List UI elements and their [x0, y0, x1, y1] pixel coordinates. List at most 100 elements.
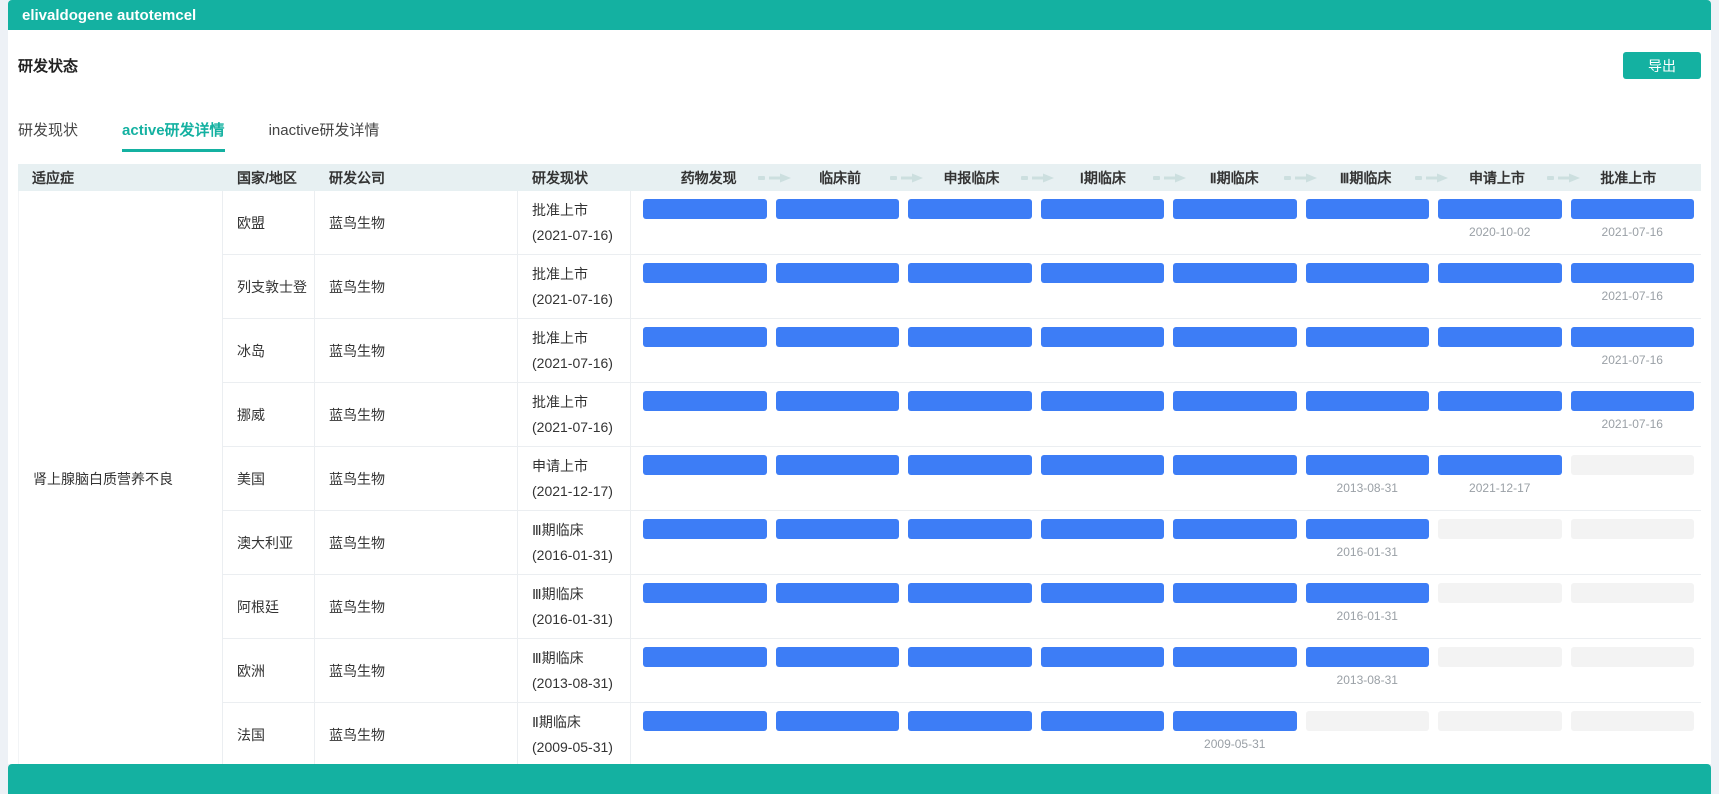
tab-1[interactable]: active研发详情	[122, 119, 225, 152]
phase-date	[1306, 417, 1430, 433]
country-cell: 列支敦士登	[223, 255, 315, 319]
phase-segment-done	[776, 711, 900, 731]
status-cell: Ⅲ期临床(2016-01-31)	[518, 511, 631, 575]
column-header-status: 研发现状	[518, 164, 631, 191]
phase-dates-row: 2020-10-022021-07-16	[643, 225, 1694, 241]
status-date: (2016-01-31)	[532, 543, 630, 568]
phase-date	[643, 417, 767, 433]
status-date: (2009-05-31)	[532, 735, 630, 760]
phase-date: 2020-10-02	[1438, 225, 1562, 241]
phase-segment-done	[776, 327, 900, 347]
phase-date	[908, 737, 1032, 753]
phase-progress-bar	[643, 391, 1694, 411]
phase-date	[776, 417, 900, 433]
phase-segment-done	[1173, 327, 1297, 347]
tab-0[interactable]: 研发现状	[18, 119, 78, 152]
country-cell: 澳大利亚	[223, 511, 315, 575]
phase-segment-done	[1438, 455, 1562, 475]
tabs: 研发现状 active研发详情 inactive研发详情	[18, 119, 1701, 152]
phase-segment-done	[1306, 455, 1430, 475]
phase-segment-done	[1173, 647, 1297, 667]
phase-date	[643, 673, 767, 689]
phase-progress-bar	[643, 199, 1694, 219]
phase-date	[1306, 353, 1430, 369]
phase-segment-done	[776, 647, 900, 667]
phase-segment-done	[776, 519, 900, 539]
phase-segment-done	[643, 263, 767, 283]
company-cell: 蓝鸟生物	[315, 383, 518, 447]
phase-date: 2009-05-31	[1173, 737, 1297, 753]
phase-progress-cell: 2009-05-31	[631, 703, 1701, 767]
company-cell: 蓝鸟生物	[315, 703, 518, 767]
phase-segment-done	[643, 519, 767, 539]
phase-date	[1306, 225, 1430, 241]
next-section-bar	[8, 764, 1711, 794]
phase-date	[1571, 545, 1695, 561]
phase-date	[1173, 609, 1297, 625]
tab-2[interactable]: inactive研发详情	[269, 119, 380, 152]
phase-segment-todo	[1571, 647, 1695, 667]
status-cell: 批准上市(2021-07-16)	[518, 319, 631, 383]
phase-date	[1041, 737, 1165, 753]
page-title: 研发状态	[18, 55, 78, 76]
drug-title: elivaldogene autotemcel	[22, 7, 196, 24]
phase-segment-done	[1571, 199, 1695, 219]
country-cell: 欧洲	[223, 639, 315, 703]
phase-segment-todo	[1571, 455, 1695, 475]
phase-segment-done	[1306, 583, 1430, 603]
phase-segment-done	[908, 455, 1032, 475]
column-header-company: 研发公司	[315, 164, 518, 191]
phase-date	[1041, 353, 1165, 369]
phase-date	[908, 481, 1032, 497]
phase-segment-done	[908, 263, 1032, 283]
phase-progress-cell: 2021-07-16	[631, 319, 1701, 383]
phase-segment-done	[1173, 263, 1297, 283]
company-cell: 蓝鸟生物	[315, 319, 518, 383]
phase-date	[1041, 481, 1165, 497]
phase-progress-bar	[643, 455, 1694, 475]
country-cell: 欧盟	[223, 191, 315, 255]
phase-segment-todo	[1571, 519, 1695, 539]
phase-date	[1438, 737, 1562, 753]
phase-date	[776, 673, 900, 689]
phase-date	[1306, 289, 1430, 305]
phase-progress-cell: 2016-01-31	[631, 575, 1701, 639]
phase-header-2: 申报临床	[906, 168, 1037, 188]
status-text: Ⅲ期临床	[532, 646, 630, 671]
phase-date	[1438, 353, 1562, 369]
company-cell: 蓝鸟生物	[315, 191, 518, 255]
status-text: Ⅱ期临床	[532, 710, 630, 735]
phase-progress-cell: 2013-08-31	[631, 639, 1701, 703]
phase-segment-done	[1306, 199, 1430, 219]
phase-date	[776, 737, 900, 753]
phase-segment-done	[908, 711, 1032, 731]
table-header-row: 适应症 国家/地区 研发公司 研发现状 药物发现 临床前 申报临床 Ⅰ期临床 Ⅱ…	[18, 164, 1701, 191]
column-header-country: 国家/地区	[223, 164, 315, 191]
status-date: (2021-07-16)	[532, 415, 630, 440]
drug-status-card: elivaldogene autotemcel 研发状态 导出 研发现状 acti…	[8, 0, 1711, 764]
phase-dates-row: 2021-07-16	[643, 353, 1694, 369]
phase-progress-cell: 2020-10-022021-07-16	[631, 191, 1701, 255]
phase-header-6: 申请上市	[1431, 168, 1562, 188]
phase-segment-done	[776, 199, 900, 219]
phase-date	[908, 289, 1032, 305]
phase-date	[1041, 545, 1165, 561]
phase-date	[908, 353, 1032, 369]
phase-dates-row: 2009-05-31	[643, 737, 1694, 753]
phase-date: 2021-12-17	[1438, 481, 1562, 497]
status-cell: 批准上市(2021-07-16)	[518, 191, 631, 255]
phase-segment-done	[1438, 263, 1562, 283]
phase-segment-done	[908, 391, 1032, 411]
phase-date	[1041, 609, 1165, 625]
phase-segment-todo	[1438, 647, 1562, 667]
status-date: (2013-08-31)	[532, 671, 630, 696]
status-cell: Ⅲ期临床(2013-08-31)	[518, 639, 631, 703]
phase-date	[1041, 673, 1165, 689]
phase-segment-done	[776, 583, 900, 603]
country-cell: 法国	[223, 703, 315, 767]
phase-date: 2016-01-31	[1306, 545, 1430, 561]
export-button[interactable]: 导出	[1623, 52, 1701, 79]
company-cell: 蓝鸟生物	[315, 255, 518, 319]
phase-date	[908, 225, 1032, 241]
phase-segment-done	[908, 647, 1032, 667]
